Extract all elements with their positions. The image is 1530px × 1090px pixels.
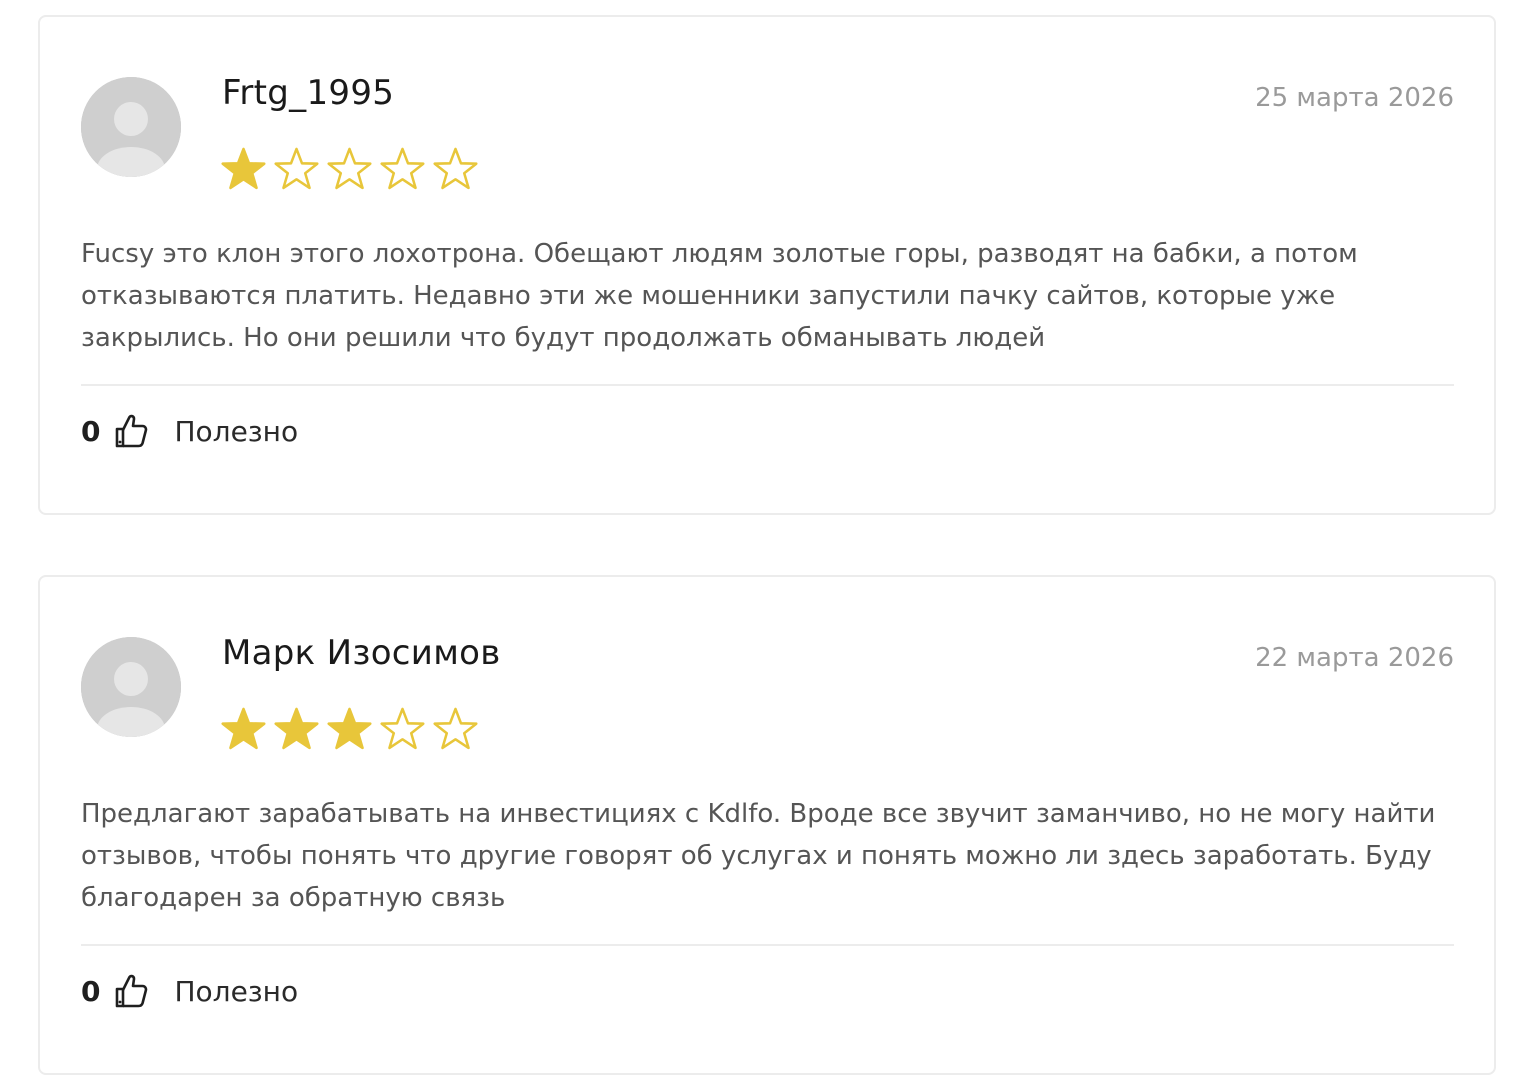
review-author: Марк Изосимов	[222, 633, 501, 673]
useful-label[interactable]: Полезно	[174, 415, 298, 448]
review-author: Frtg_1995	[222, 73, 395, 113]
review-text: Fucsy это клон этого лохотрона. Обещают …	[81, 239, 1358, 353]
useful-button[interactable]: Полезно	[114, 413, 298, 449]
star-filled-icon	[327, 707, 372, 750]
useful-label[interactable]: Полезно	[174, 975, 298, 1008]
useful-button[interactable]: Полезно	[114, 973, 298, 1009]
review-card: Frtg_1995 25 марта 2026 Fucsy это клон э…	[38, 15, 1496, 515]
divider	[81, 944, 1454, 946]
likes-count: 0	[81, 414, 101, 448]
star-outline-icon	[380, 707, 425, 750]
star-outline-icon	[274, 147, 319, 190]
avatar-placeholder-icon	[81, 77, 181, 177]
star-outline-icon	[327, 147, 372, 190]
star-outline-icon	[433, 707, 478, 750]
star-rating	[220, 145, 479, 192]
star-filled-icon	[221, 147, 266, 190]
star-outline-icon	[380, 147, 425, 190]
review-text: Предлагают зарабатывать на инвестициях с…	[81, 799, 1436, 913]
review-date: 25 марта 2026	[1255, 83, 1454, 113]
star-outline-icon	[433, 147, 478, 190]
thumbs-up-icon[interactable]	[114, 413, 148, 449]
divider	[81, 384, 1454, 386]
review-date: 22 марта 2026	[1255, 643, 1454, 673]
review-footer: 0 Полезно	[81, 411, 298, 451]
star-filled-icon	[274, 707, 319, 750]
star-filled-icon	[221, 707, 266, 750]
review-footer: 0 Полезно	[81, 971, 298, 1011]
avatar-placeholder-icon	[81, 637, 181, 737]
star-rating	[220, 705, 479, 752]
thumbs-up-icon[interactable]	[114, 973, 148, 1009]
likes-count: 0	[81, 974, 101, 1008]
review-card: Марк Изосимов 22 марта 2026 Предлагают з…	[38, 575, 1496, 1075]
